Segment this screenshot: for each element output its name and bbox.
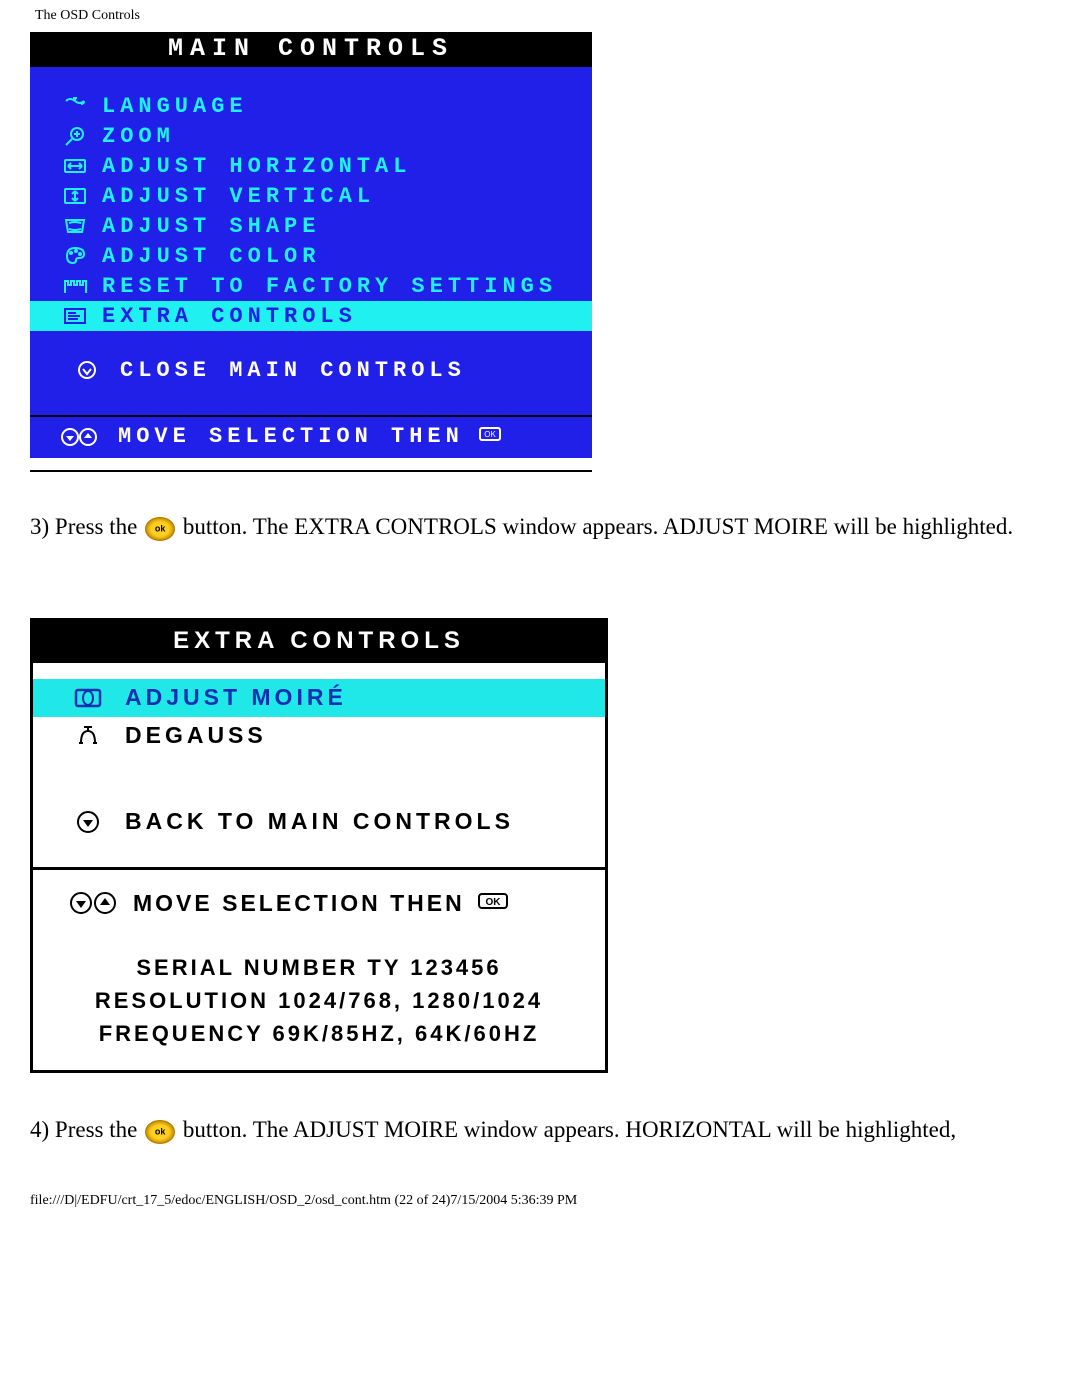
menu-item-label: RESET TO FACTORY SETTINGS: [102, 274, 557, 299]
instruction-text: 3) Press the: [30, 514, 143, 539]
moire-icon: [73, 685, 103, 711]
menu-item-label: ADJUST COLOR: [102, 244, 320, 269]
zoom-icon: [62, 125, 88, 147]
menu-item-degauss[interactable]: DEGAUSS: [33, 717, 605, 755]
menu-item-adjust-shape[interactable]: ADJUST SHAPE: [30, 211, 592, 241]
extra-controls-icon: [62, 305, 88, 327]
reset-icon: [62, 275, 88, 297]
hint-bar: MOVE SELECTION THEN OK: [33, 867, 605, 923]
instruction-text: button. The EXTRA CONTROLS window appear…: [183, 514, 1013, 539]
menu-item-zoom[interactable]: ZOOM: [30, 121, 592, 151]
menu-item-label: LANGUAGE: [102, 94, 248, 119]
instruction-4: 4) Press the button. The ADJUST MOIRE wi…: [30, 1111, 1030, 1149]
hint-bar: MOVE SELECTION THEN OK: [30, 415, 592, 458]
menu-item-label: ZOOM: [102, 124, 175, 149]
resolution-info: RESOLUTION 1024/768, 1280/1024: [43, 984, 595, 1017]
menu-item-adjust-horizontal[interactable]: ADJUST HORIZONTAL: [30, 151, 592, 181]
back-to-main[interactable]: BACK TO MAIN CONTROLS: [33, 803, 605, 841]
adjust-vertical-icon: [62, 185, 88, 207]
page-header: The OSD Controls: [35, 8, 1050, 24]
adjust-color-icon: [62, 245, 88, 267]
updown-icons: [69, 890, 119, 916]
back-label: BACK TO MAIN CONTROLS: [125, 808, 514, 835]
language-icon: [62, 95, 88, 117]
spacer: [33, 755, 605, 803]
hint-label: MOVE SELECTION THEN: [133, 890, 465, 917]
frequency-info: FREQUENCY 69K/85HZ, 64K/60HZ: [43, 1017, 595, 1050]
ok-icon: OK: [475, 888, 511, 919]
menu-item-label: ADJUST HORIZONTAL: [102, 154, 411, 179]
hint-label: MOVE SELECTION THEN: [118, 424, 464, 449]
adjust-horizontal-icon: [62, 155, 88, 177]
close-main-controls[interactable]: CLOSE MAIN CONTROLS: [30, 355, 592, 385]
menu-item-adjust-vertical[interactable]: ADJUST VERTICAL: [30, 181, 592, 211]
menu-item-label: EXTRA CONTROLS: [102, 304, 357, 329]
degauss-icon: [73, 723, 103, 749]
menu-item-label: ADJUST VERTICAL: [102, 184, 375, 209]
spacer: [30, 385, 592, 409]
menu-item-language[interactable]: LANGUAGE: [30, 91, 592, 121]
menu-item-reset[interactable]: RESET TO FACTORY SETTINGS: [30, 271, 592, 301]
menu-item-adjust-moire[interactable]: ADJUST MOIRÉ: [33, 679, 605, 717]
down-arrow-icon: [73, 809, 103, 835]
spacer: [33, 841, 605, 867]
svg-text:OK: OK: [485, 897, 501, 908]
menu-item-extra-controls[interactable]: EXTRA CONTROLS: [30, 301, 592, 331]
spacer: [30, 331, 592, 355]
adjust-shape-icon: [62, 215, 88, 237]
serial-number: SERIAL NUMBER TY 123456: [43, 951, 595, 984]
main-controls-title: MAIN CONTROLS: [30, 32, 592, 67]
menu-item-label: ADJUST SHAPE: [102, 214, 320, 239]
menu-item-label: DEGAUSS: [125, 722, 267, 749]
menu-item-label: ADJUST MOIRÉ: [125, 684, 347, 711]
ok-button-icon: [145, 1120, 175, 1144]
instruction-text: button. The ADJUST MOIRE window appears.…: [183, 1117, 956, 1142]
main-controls-panel: MAIN CONTROLS LANGUAGE ZOOM ADJUST HORIZ…: [30, 32, 592, 458]
instruction-text: 4) Press the: [30, 1117, 143, 1142]
extra-controls-title: EXTRA CONTROLS: [33, 621, 605, 663]
svg-text:OK: OK: [484, 430, 496, 439]
extra-controls-panel: EXTRA CONTROLS ADJUST MOIRÉ DEGAUSS BACK…: [30, 618, 608, 1073]
menu-item-adjust-color[interactable]: ADJUST COLOR: [30, 241, 592, 271]
extra-info: SERIAL NUMBER TY 123456 RESOLUTION 1024/…: [33, 923, 605, 1070]
page-footer: file:///D|/EDFU/crt_17_5/edoc/ENGLISH/OS…: [30, 1193, 1050, 1209]
main-controls-body: LANGUAGE ZOOM ADJUST HORIZONTAL ADJUST V…: [30, 67, 592, 415]
extra-controls-body: ADJUST MOIRÉ DEGAUSS BACK TO MAIN CONTRO…: [33, 663, 605, 1070]
divider: [30, 470, 592, 472]
close-label: CLOSE MAIN CONTROLS: [120, 358, 466, 383]
ok-icon: OK: [476, 423, 504, 450]
instruction-3: 3) Press the button. The EXTRA CONTROLS …: [30, 508, 1030, 546]
ok-button-icon: [145, 517, 175, 541]
updown-icons: [60, 426, 100, 448]
down-arrow-icon: [74, 359, 100, 381]
